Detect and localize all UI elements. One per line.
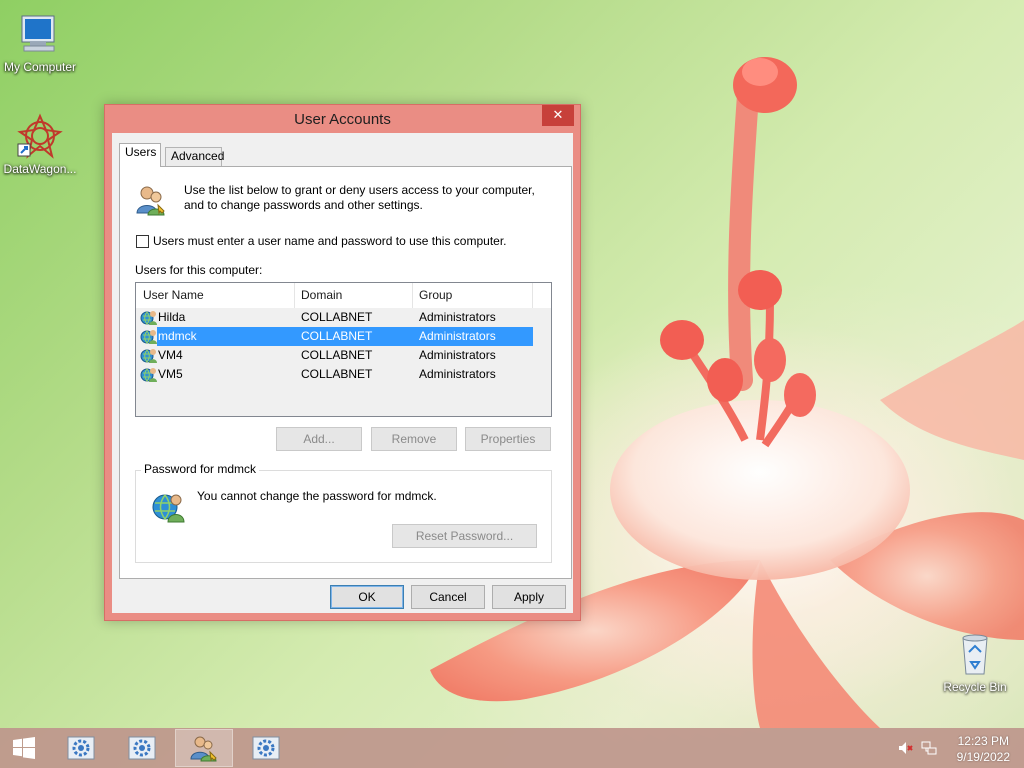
taskbar-item-settings[interactable] — [237, 729, 295, 767]
table-row[interactable]: Hilda COLLABNET Administrators — [136, 308, 533, 327]
users-tab-panel: Use the list below to grant or deny user… — [119, 166, 572, 579]
close-button[interactable]: ✕ — [542, 105, 574, 126]
list-rows: Hilda COLLABNET Administrators mdmck COL… — [136, 308, 551, 384]
apply-button[interactable]: Apply — [492, 585, 566, 609]
user-globe-icon — [140, 368, 157, 382]
table-row[interactable]: VM4 COLLABNET Administrators — [136, 346, 533, 365]
recycle-bin-icon — [962, 634, 988, 675]
require-password-checkbox-row[interactable]: Users must enter a user name and passwor… — [136, 234, 507, 248]
computer-icon — [21, 15, 55, 52]
column-header-group[interactable]: Group — [413, 283, 533, 308]
password-message: You cannot change the password for mdmck… — [197, 489, 437, 503]
system-clock[interactable]: 12:23 PM 9/19/2022 — [957, 733, 1010, 765]
close-icon: ✕ — [552, 107, 564, 122]
cell-domain: COLLABNET — [301, 310, 373, 324]
tab-users[interactable]: Users — [119, 143, 161, 167]
users-list[interactable]: User Name Domain Group Hilda COLLABNET A… — [135, 282, 552, 417]
column-header-user-name[interactable]: User Name — [137, 283, 295, 308]
cell-user-name: VM4 — [158, 348, 183, 362]
user-globe-icon — [140, 349, 157, 363]
list-header: User Name Domain Group — [136, 283, 551, 308]
user-accounts-icon — [190, 736, 217, 762]
settings-gear-icon — [252, 736, 280, 760]
desktop-icon-label: My Computer — [3, 60, 77, 74]
user-globe-icon — [152, 494, 185, 523]
column-header-domain[interactable]: Domain — [295, 283, 413, 308]
desktop-icon-recycle-bin[interactable]: Recycle Bin — [935, 630, 1015, 694]
desktop-icon-label: DataWagon... — [3, 162, 77, 176]
settings-gear-icon — [67, 736, 95, 760]
cell-domain: COLLABNET — [301, 329, 373, 343]
cell-group: Administrators — [419, 329, 496, 343]
cell-group: Administrators — [419, 367, 496, 381]
cell-user-name: mdmck — [158, 329, 197, 343]
table-row[interactable]: VM5 COLLABNET Administrators — [136, 365, 533, 384]
require-password-label: Users must enter a user name and passwor… — [153, 234, 507, 248]
taskbar-item-control-panel[interactable] — [52, 729, 110, 767]
users-list-label: Users for this computer: — [135, 263, 263, 277]
dialog-title: User Accounts — [294, 111, 391, 128]
reset-password-button[interactable]: Reset Password... — [392, 524, 537, 548]
require-password-checkbox[interactable] — [136, 234, 149, 248]
cell-group: Administrators — [419, 348, 496, 362]
password-groupbox: Password for mdmck You cannot change the… — [135, 462, 552, 563]
cell-user-name: VM5 — [158, 367, 183, 381]
tab-advanced[interactable]: Advanced — [165, 147, 224, 166]
network-icon[interactable] — [921, 740, 937, 756]
start-button[interactable] — [0, 728, 48, 768]
user-globe-icon — [140, 330, 157, 344]
cell-user-name: Hilda — [158, 310, 186, 324]
taskbar-item-user-accounts[interactable] — [175, 729, 233, 767]
remove-user-button[interactable]: Remove — [371, 427, 457, 451]
windows-logo-icon — [13, 737, 35, 759]
desktop-icon-my-computer[interactable]: My Computer — [0, 10, 80, 74]
user-globe-icon — [140, 311, 157, 325]
ok-button[interactable]: OK — [330, 585, 404, 609]
desktop-icon-datawagon[interactable]: DataWagon... — [0, 112, 80, 176]
add-user-button[interactable]: Add... — [276, 427, 362, 451]
datawagon-icon — [17, 113, 63, 159]
cell-domain: COLLABNET — [301, 367, 373, 381]
intro-text: Use the list below to grant or deny user… — [184, 183, 535, 212]
cell-domain: COLLABNET — [301, 348, 373, 362]
taskbar-item-services[interactable] — [113, 729, 171, 767]
desktop-icon-label: Recycle Bin — [943, 680, 1007, 694]
taskbar: 12:23 PM 9/19/2022 — [0, 728, 1024, 768]
dialog-client-area: Users Advanced Use the list below to gra… — [112, 133, 573, 613]
password-group-title: Password for mdmck — [141, 462, 260, 476]
speaker-muted-icon[interactable] — [897, 740, 913, 756]
table-row[interactable]: mdmck COLLABNET Administrators — [136, 327, 533, 346]
users-icon — [136, 186, 165, 216]
title-bar[interactable]: User Accounts ✕ — [105, 105, 580, 133]
user-accounts-dialog: User Accounts ✕ Users Advanced Use the l… — [104, 104, 581, 621]
clock-date: 9/19/2022 — [956, 750, 1010, 764]
properties-button[interactable]: Properties — [465, 427, 551, 451]
cancel-button[interactable]: Cancel — [411, 585, 485, 609]
settings-gear-icon — [128, 736, 156, 760]
clock-time: 12:23 PM — [957, 734, 1009, 748]
cell-group: Administrators — [419, 310, 496, 324]
